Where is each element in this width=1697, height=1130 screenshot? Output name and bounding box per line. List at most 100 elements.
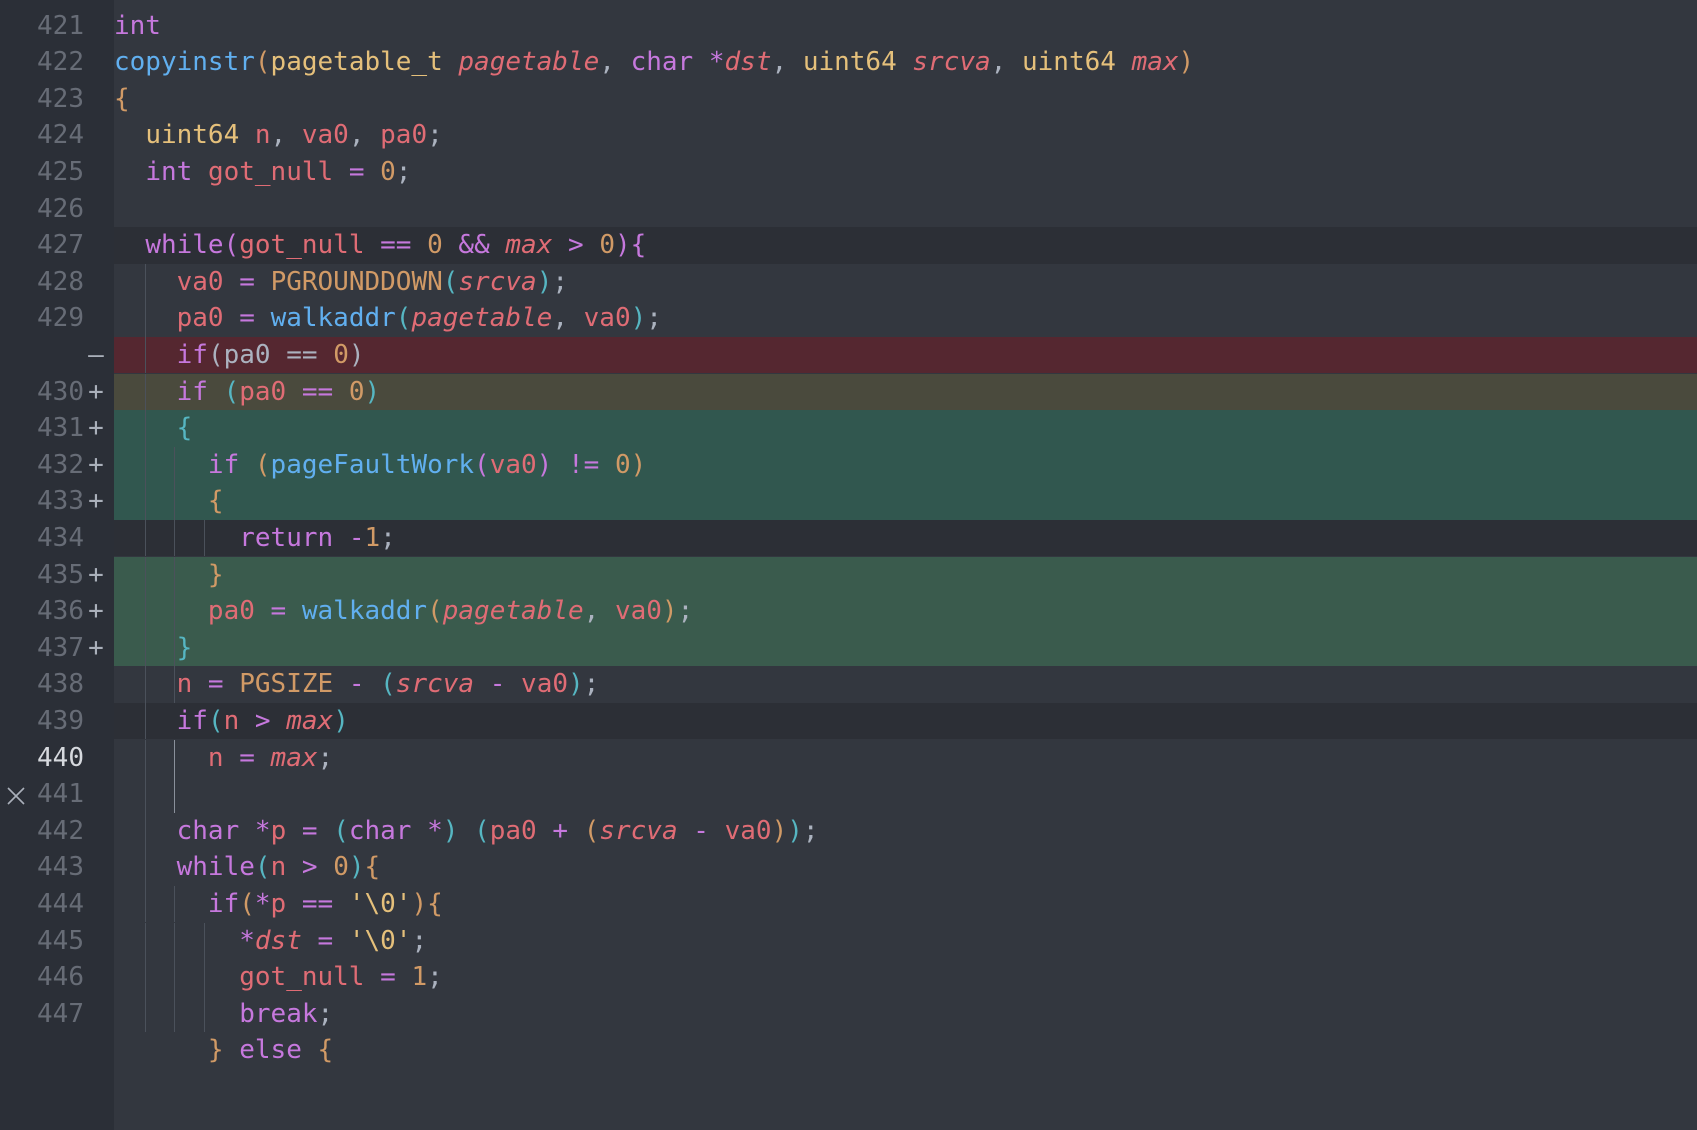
code-editor[interactable]: 421 int 422 copyinstr(pagetable_t pagetable… <box>0 0 1697 1130</box>
code-token: { <box>427 888 443 919</box>
code-token: , <box>583 596 615 627</box>
indent-guide <box>145 739 147 777</box>
code-token: = <box>254 596 302 627</box>
diff-added-marker: + <box>88 596 104 627</box>
code-line[interactable]: 431 + { <box>0 410 1697 447</box>
code-line[interactable]: 425 int got_null = 0; <box>0 154 1697 191</box>
code-line[interactable]: — if(pa0 == 0) <box>0 336 1697 377</box>
code-line[interactable]: 427 while(got_null == 0 && max > 0){ <box>0 227 1697 264</box>
code-token: - <box>333 669 381 700</box>
code-line[interactable]: 440 n = max; <box>0 739 1697 780</box>
code-text[interactable]: n = PGSIZE - (srcva - va0); <box>114 666 600 706</box>
code-text[interactable]: { <box>114 483 224 523</box>
code-token: , <box>270 120 302 151</box>
code-text[interactable]: if(n > max) <box>114 703 349 743</box>
code-text[interactable]: got_null = 1; <box>114 959 443 999</box>
code-token: '\0' <box>348 925 412 956</box>
indent-guide <box>145 885 147 923</box>
code-line[interactable]: 423 { <box>0 81 1697 118</box>
code-text[interactable]: uint64 n, va0, pa0; <box>114 117 442 157</box>
code-line[interactable]: 426 <box>0 191 1697 228</box>
code-line[interactable]: 447 break; <box>0 995 1697 1036</box>
code-token: ) <box>614 230 631 261</box>
code-text[interactable]: copyinstr(pagetable_t pagetable, char *d… <box>114 44 1194 84</box>
x-mark-icon[interactable] <box>4 784 28 808</box>
code-text[interactable]: if(*p == '\0'){ <box>114 886 443 926</box>
code-token: = <box>333 156 381 187</box>
code-token: ) <box>1178 47 1195 78</box>
code-text[interactable]: { <box>114 410 193 450</box>
code-text[interactable]: if (pa0 == 0) <box>114 374 381 414</box>
code-line[interactable]: 432 + if (pageFaultWork(va0) != 0) <box>0 446 1697 487</box>
indent-guide <box>145 446 147 484</box>
code-token: ) <box>348 339 365 370</box>
line-number: 439 <box>37 705 84 736</box>
code-text[interactable]: char *p = (char *) (pa0 + (srcva - va0))… <box>114 813 819 853</box>
code-token: n <box>223 705 240 736</box>
code-text[interactable]: if(pa0 == 0) <box>114 337 365 377</box>
code-text[interactable]: *dst = '\0'; <box>114 923 427 963</box>
code-token: pagetable_t <box>270 47 459 78</box>
code-line[interactable]: 437 + } <box>0 629 1697 670</box>
code-token: pa0 <box>239 376 287 407</box>
code-text[interactable]: { <box>114 81 130 121</box>
code-token: ) <box>364 376 381 407</box>
code-token: p <box>270 815 287 846</box>
code-line[interactable]: 441 <box>0 776 1697 813</box>
code-line[interactable]: 421 int <box>0 8 1697 45</box>
code-token: > <box>552 230 600 261</box>
code-line[interactable]: 434 return -1; <box>0 519 1697 560</box>
code-line[interactable]: 444 if(*p == '\0'){ <box>0 885 1697 926</box>
code-token: va0 <box>301 120 349 151</box>
code-token: pagetable <box>442 596 584 627</box>
code-text[interactable]: pa0 = walkaddr(pagetable, va0); <box>114 300 662 340</box>
code-line[interactable]: 439 if(n > max) <box>0 702 1697 743</box>
code-line[interactable]: 445 *dst = '\0'; <box>0 922 1697 963</box>
code-token: = <box>364 962 412 993</box>
code-line[interactable]: 435 + } <box>0 556 1697 597</box>
code-line[interactable]: 424 uint64 n, va0, pa0; <box>0 117 1697 154</box>
line-highlight <box>114 556 1697 594</box>
line-number: 444 <box>37 888 84 919</box>
diff-marker <box>84 227 108 267</box>
code-text[interactable]: pa0 = walkaddr(pagetable, va0); <box>114 593 693 633</box>
code-line[interactable]: 422 copyinstr(pagetable_t pagetable, char… <box>0 44 1697 81</box>
indent-guide <box>174 629 176 667</box>
code-line[interactable]: 433 + { <box>0 483 1697 520</box>
indent-guide <box>174 959 176 996</box>
code-token: max <box>270 742 318 773</box>
code-token: int <box>145 156 208 187</box>
code-text[interactable]: } else { <box>114 1032 333 1072</box>
code-token: pa0 <box>223 339 271 370</box>
code-text[interactable]: while(n > 0){ <box>114 849 381 889</box>
code-text[interactable]: while(got_null == 0 && max > 0){ <box>114 227 646 267</box>
code-line[interactable]: 430 + if (pa0 == 0) <box>0 373 1697 414</box>
code-token: } <box>207 1035 224 1066</box>
code-line[interactable]: 442 char *p = (char *) (pa0 + (srcva - v… <box>0 812 1697 853</box>
code-line[interactable]: } else { <box>0 1032 1697 1069</box>
indent-guide <box>174 885 176 923</box>
code-text[interactable]: int got_null = 0; <box>114 154 411 194</box>
code-token: ( <box>254 852 271 883</box>
code-text[interactable]: va0 = PGROUNDDOWN(srcva); <box>114 264 568 304</box>
code-token: } <box>176 632 193 663</box>
code-text[interactable]: int <box>114 8 161 48</box>
code-text[interactable]: n = max; <box>114 740 333 780</box>
code-token: == <box>286 888 349 919</box>
code-token: while <box>145 230 224 261</box>
code-text[interactable]: } <box>114 630 193 670</box>
code-line[interactable]: 446 got_null = 1; <box>0 959 1697 996</box>
line-number: 447 <box>37 998 84 1029</box>
code-line[interactable]: 436 + pa0 = walkaddr(pagetable, va0); <box>0 593 1697 630</box>
code-text[interactable]: return -1; <box>114 520 396 560</box>
code-text[interactable]: } <box>114 557 224 597</box>
code-line[interactable]: 443 while(n > 0){ <box>0 849 1697 886</box>
code-line[interactable]: 438 n = PGSIZE - (srcva - va0); <box>0 666 1697 703</box>
diff-marker <box>84 666 108 706</box>
code-line[interactable]: 428 va0 = PGROUNDDOWN(srcva); <box>0 263 1697 304</box>
code-text[interactable]: break; <box>114 996 333 1036</box>
code-line[interactable]: 429 pa0 = walkaddr(pagetable, va0); <box>0 300 1697 337</box>
code-text[interactable]: if (pageFaultWork(va0) != 0) <box>114 447 646 487</box>
